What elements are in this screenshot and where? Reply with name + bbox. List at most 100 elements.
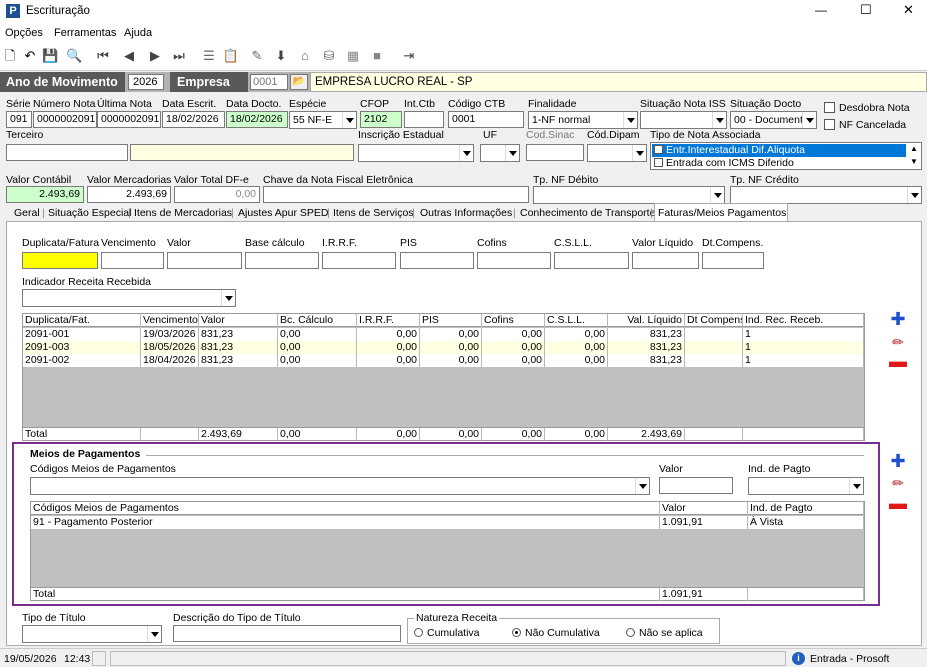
minimize-button[interactable]: — — [815, 3, 827, 17]
edit-icon[interactable]: ✎ — [248, 46, 266, 66]
list-scroll-down-icon[interactable]: ▼ — [908, 157, 920, 169]
home-icon[interactable]: ⌂ — [296, 46, 314, 66]
tipo-titulo-select[interactable] — [22, 625, 162, 643]
nf-cancelada-checkbox[interactable]: NF Cancelada — [824, 119, 906, 131]
meios-total-row: Total 1.091,91 — [31, 587, 864, 601]
download-icon[interactable]: ⬇ — [272, 46, 290, 66]
serie-input[interactable]: 091 — [6, 111, 32, 128]
list-icon[interactable]: ☰ — [200, 46, 218, 66]
info-icon: i — [792, 652, 805, 665]
close-button[interactable]: ✕ — [903, 2, 914, 18]
irrf-input[interactable] — [322, 252, 396, 269]
next-record-icon[interactable]: ▶ — [144, 46, 166, 66]
table-row[interactable]: 91 - Pagamento Posterior 1.091,91 À Vista — [31, 516, 864, 529]
table-row[interactable]: 2091-001 19/03/2026 831,23 0,00 0,00 0,00 0,00… — [23, 328, 864, 341]
finalidade-select[interactable]: 1-NF normal — [528, 111, 638, 129]
new-icon[interactable]: 🗋 — [2, 46, 18, 66]
data-escrit-input[interactable]: 18/02/2026 — [162, 111, 225, 128]
descricao-tipo-titulo-input[interactable] — [173, 625, 401, 642]
money-icon[interactable]: ⛁ — [320, 46, 338, 66]
base-calculo-input[interactable] — [245, 252, 319, 269]
inscricao-estadual-select[interactable] — [358, 144, 474, 162]
tab-geral[interactable]: Geral — [14, 206, 40, 222]
meios-ind-select[interactable] — [748, 477, 864, 495]
codigos-meios-select[interactable] — [30, 477, 650, 495]
tp-nf-credito-select[interactable] — [730, 186, 922, 204]
meios-valor-label: Valor — [659, 463, 683, 475]
add-meio-plus-icon[interactable]: ✚ — [888, 452, 908, 472]
uf-select[interactable] — [480, 144, 520, 162]
cod-dipam-select[interactable] — [587, 144, 647, 162]
meios-valor-input[interactable] — [659, 477, 733, 494]
maximize-button[interactable]: ☐ — [860, 2, 872, 18]
faturas-row-cell: 2091-002 — [23, 354, 141, 367]
table-row[interactable]: 2091-003 18/05/2026 831,23 0,00 0,00 0,00 0,00… — [23, 341, 864, 354]
edit-meio-pencil-icon[interactable]: ✏ — [888, 474, 908, 494]
grid-icon[interactable]: ▦ — [344, 46, 362, 66]
especie-select[interactable]: 55 NF-E — [289, 111, 357, 129]
edit-fatura-pencil-icon[interactable]: ✏ — [888, 333, 908, 353]
undo-icon[interactable]: ↶ — [22, 46, 38, 66]
situacao-iss-select[interactable] — [640, 111, 727, 129]
list-scroll-up-icon[interactable]: ▲ — [908, 144, 920, 156]
radio-cumulativa[interactable]: Cumulativa — [414, 627, 480, 639]
pis-input[interactable] — [400, 252, 474, 269]
remove-meio-minus-icon[interactable]: ▬ — [888, 494, 908, 514]
menu-ajuda[interactable]: Ajuda — [124, 27, 152, 39]
tab-situacao-especial[interactable]: Situação Especial — [48, 206, 131, 222]
data-docto-input[interactable]: 18/02/2026 — [226, 111, 288, 128]
faturas-total-cell: 0,00 — [545, 428, 608, 441]
cod-sinac-input[interactable] — [526, 144, 584, 161]
int-ctb-input[interactable] — [404, 111, 444, 128]
add-fatura-plus-icon[interactable]: ✚ — [888, 310, 908, 330]
dt-compens-label: Dt.Compens. — [702, 237, 764, 249]
block-icon[interactable]: ■ — [368, 46, 386, 66]
duplicata-input[interactable] — [22, 252, 98, 269]
meios-grid[interactable]: Códigos Meios de Pagamentos Valor Ind. de … — [30, 501, 865, 601]
menu-ferramentas[interactable]: Ferramentas — [54, 27, 116, 39]
chave-nfe-input[interactable] — [263, 186, 529, 203]
title-bar: P Escrituração — ☐ ✕ — [0, 0, 927, 24]
dt-compens-input[interactable] — [702, 252, 764, 269]
tipo-nota-associada-list[interactable]: Entr.Interestadual Dif.Aliquota Entrada … — [650, 142, 922, 170]
valor-mercadorias-input[interactable]: 2.493,69 — [87, 186, 171, 203]
previous-record-icon[interactable]: ◀ — [118, 46, 140, 66]
radio-nao-cumulativa[interactable]: Não Cumulativa — [512, 627, 600, 639]
valor-liquido-input[interactable] — [632, 252, 699, 269]
tab-outras-informacoes[interactable]: Outras Informações — [420, 206, 512, 222]
tab-itens-servicos[interactable]: Itens de Serviços — [333, 206, 414, 222]
first-record-icon[interactable]: ⏮ — [92, 46, 114, 66]
radio-nao-se-aplica[interactable]: Não se aplica — [626, 627, 703, 639]
menu-opcoes[interactable]: Opções — [5, 27, 43, 39]
terceiro-code-input[interactable] — [6, 144, 128, 161]
tp-nf-debito-select[interactable] — [533, 186, 725, 204]
ano-value[interactable]: 2026 — [128, 74, 164, 90]
save-icon[interactable]: 💾 — [42, 46, 58, 66]
empresa-code[interactable]: 0001 — [250, 74, 288, 90]
cofins-input[interactable] — [477, 252, 551, 269]
list-item-icms-diferido[interactable]: Entrada com ICMS Diferido — [652, 157, 906, 170]
remove-fatura-minus-icon[interactable]: ▬ — [888, 352, 908, 372]
indicador-receita-select[interactable] — [22, 289, 236, 307]
faturas-grid[interactable]: Duplicata/Fat. Vencimento Valor Bc. Cálculo… — [22, 313, 865, 441]
vencimento-input[interactable] — [101, 252, 164, 269]
tab-faturas-meios-pagamentos[interactable]: Faturas/Meios Pagamentos — [658, 206, 786, 222]
desdobra-nota-checkbox[interactable]: Desdobra Nota — [824, 102, 910, 114]
numero-nota-input[interactable]: 0000002091 — [33, 111, 97, 128]
valor-contabil-input[interactable]: 2.493,69 — [6, 186, 84, 203]
tab-itens-mercadorias[interactable]: Itens de Mercadorias — [134, 206, 232, 222]
folder-icon[interactable]: 📂 — [290, 74, 308, 90]
exit-icon[interactable]: ⇥ — [400, 46, 418, 66]
tab-ajustes-sped[interactable]: Ajustes Apur SPED — [238, 206, 328, 222]
csll-input[interactable] — [554, 252, 629, 269]
tab-conhecimento-transporte[interactable]: Conhecimento de Transporte — [520, 206, 655, 222]
last-record-icon[interactable]: ⏭ — [168, 46, 190, 66]
valor-input[interactable] — [167, 252, 242, 269]
print-preview-icon[interactable]: 🔍 — [66, 46, 82, 66]
codigo-ctb-input[interactable]: 0001 — [448, 111, 524, 128]
report-icon[interactable]: 📋 — [222, 46, 240, 66]
list-item-dif-aliquota[interactable]: Entr.Interestadual Dif.Aliquota — [652, 144, 906, 157]
situacao-docto-select[interactable]: 00 - Document — [730, 111, 817, 129]
table-row[interactable]: 2091-002 18/04/2026 831,23 0,00 0,00 0,00 0,00… — [23, 354, 864, 367]
cfop-input[interactable]: 2102 — [360, 111, 402, 128]
